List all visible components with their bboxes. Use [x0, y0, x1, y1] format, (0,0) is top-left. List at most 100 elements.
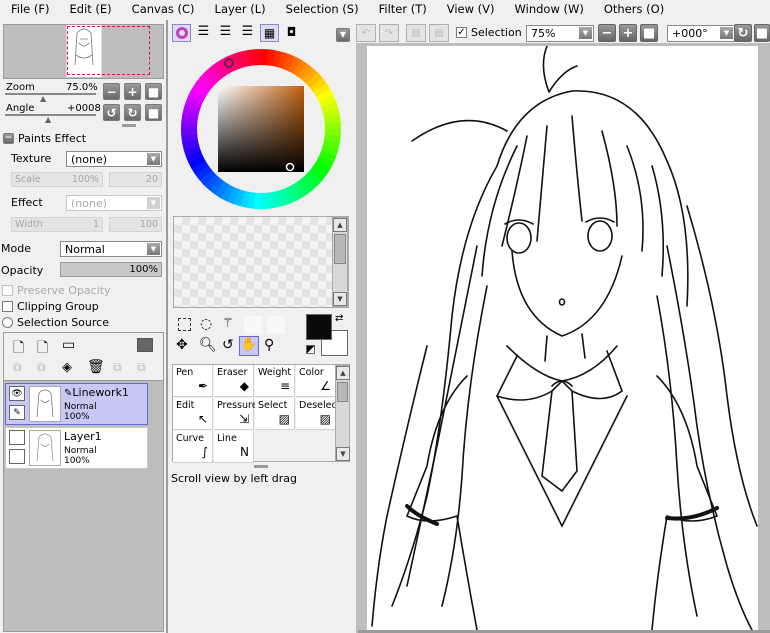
tool-weight[interactable]: Weight ≡: [255, 365, 295, 397]
menu-edit[interactable]: Edit (E): [59, 2, 121, 16]
width-value: 1: [92, 219, 99, 230]
rgb-slider-tab[interactable]: ☰: [194, 24, 213, 42]
scroll-up-icon[interactable]: ▲: [333, 218, 347, 232]
visibility-toggle[interactable]: [9, 430, 25, 445]
canvas-zoom-reset-button[interactable]: ■: [640, 24, 658, 42]
zoom-combo[interactable]: 75% ▼: [526, 25, 594, 42]
canvas-zoom-in-button[interactable]: +: [619, 24, 637, 42]
chevron-down-icon: ▼: [720, 27, 733, 39]
scroll-down-icon[interactable]: ▼: [336, 447, 350, 461]
scroll-thumb[interactable]: [337, 382, 348, 402]
selection-source-option[interactable]: Selection Source: [2, 316, 109, 329]
menu-view[interactable]: View (V): [436, 2, 504, 16]
new-linework-layer-icon[interactable]: 🗋: [37, 337, 48, 361]
angle-slider-thumb[interactable]: ▲: [45, 115, 51, 124]
clipping-group-option[interactable]: Clipping Group: [2, 300, 99, 313]
texture-label: Texture: [11, 152, 52, 165]
pen-lock-icon[interactable]: ✎: [9, 405, 25, 420]
color-balance-tab[interactable]: ☰: [238, 24, 257, 42]
layer-item-layer1[interactable]: Layer1 Normal 100%: [5, 427, 148, 469]
line-icon: N: [240, 445, 249, 459]
deselect-button-icon: ▨: [406, 24, 426, 42]
panel-menu-button[interactable]: ▼: [336, 28, 350, 42]
swatch-scrollbar[interactable]: ▲ ▼: [332, 217, 348, 307]
scratchpad-tab[interactable]: ◘: [282, 24, 301, 42]
menu-file[interactable]: File (F): [0, 2, 59, 16]
lock-toggle[interactable]: [9, 449, 25, 464]
zoom-label: Zoom: [6, 82, 35, 93]
rotate-reset-button[interactable]: ■: [145, 104, 162, 121]
rotate-ccw-button[interactable]: ↺: [103, 104, 120, 121]
color-wheel-tab[interactable]: [172, 24, 191, 42]
eye-icon[interactable]: 👁: [9, 386, 25, 401]
resize-grip[interactable]: [122, 124, 136, 127]
color-swatch-area[interactable]: [173, 216, 349, 308]
tool-eraser[interactable]: Eraser ◆: [214, 365, 254, 397]
hsv-slider-tab[interactable]: ☰: [216, 24, 235, 42]
paints-effect-header[interactable]: − Paints Effect: [3, 132, 86, 145]
texture-select[interactable]: (none) ▼: [66, 151, 162, 167]
menu-filter[interactable]: Filter (T): [368, 2, 436, 16]
lasso-icon[interactable]: ◌: [200, 316, 212, 332]
magic-wand-icon[interactable]: ⚚: [222, 316, 234, 331]
rect-select-icon[interactable]: [178, 318, 191, 331]
zoom-in-button[interactable]: +: [124, 83, 141, 100]
drawing-canvas[interactable]: [367, 46, 758, 630]
scroll-thumb[interactable]: [334, 234, 346, 264]
selection-source-radio[interactable]: [2, 317, 13, 328]
scroll-up-icon[interactable]: ▲: [336, 366, 350, 380]
new-layer-icon[interactable]: 🗋: [13, 337, 24, 361]
navigator-preview[interactable]: [3, 24, 164, 79]
tool-curve[interactable]: Curve ∫: [173, 431, 213, 463]
rotate-cw-button[interactable]: ↻: [124, 104, 141, 121]
swap-colors-icon[interactable]: ⇄: [335, 313, 343, 324]
move-icon[interactable]: ✥: [176, 337, 188, 353]
layer-item-linework1[interactable]: 👁 ✎ ✎Linework1 Normal 100%: [5, 383, 148, 425]
new-folder-icon[interactable]: ▭: [62, 337, 75, 353]
resize-grip[interactable]: [254, 465, 268, 468]
menu-window[interactable]: Window (W): [504, 2, 593, 16]
opacity-bar[interactable]: 100%: [60, 262, 162, 277]
tool-select[interactable]: Select ▨: [255, 398, 295, 430]
canvas-zoom-out-button[interactable]: −: [598, 24, 616, 42]
tool-pressure[interactable]: Pressure ⇲: [214, 398, 258, 430]
zoom-tool-icon[interactable]: 🔍︎: [199, 337, 217, 353]
color-wheel[interactable]: [178, 46, 344, 212]
tool-color[interactable]: Color ∠: [296, 365, 336, 397]
swatches-tab[interactable]: ▦: [260, 24, 279, 42]
zoom-slider-thumb[interactable]: ▲: [40, 94, 46, 103]
eyedropper-icon[interactable]: ⚲: [264, 337, 274, 353]
menu-layer[interactable]: Layer (L): [204, 2, 275, 16]
rotate-tool-icon[interactable]: ↺: [222, 337, 234, 353]
zoom-reset-button[interactable]: ■: [145, 83, 162, 100]
tool-pen[interactable]: Pen ✒: [173, 365, 213, 397]
selection-toggle[interactable]: ✓ Selection: [456, 26, 522, 39]
scroll-down-icon[interactable]: ▼: [333, 292, 347, 306]
layer-toolbar: 🗋 🗋 ▭ ⧉ ⧉ ◈ 🗑 ⧉ ⧉: [3, 332, 164, 380]
selection-checkbox[interactable]: ✓: [456, 27, 467, 38]
width-label: Width: [15, 219, 43, 230]
tool-scrollbar[interactable]: ▲ ▼: [335, 365, 350, 462]
blend-mode-select[interactable]: Normal ▼: [60, 241, 162, 257]
tool-deselect[interactable]: Deselect ▨: [296, 398, 340, 430]
zoom-out-button[interactable]: −: [103, 83, 120, 100]
menu-canvas[interactable]: Canvas (C): [121, 2, 204, 16]
menu-selection[interactable]: Selection (S): [275, 2, 368, 16]
delete-layer-icon[interactable]: 🗑: [87, 359, 105, 375]
navigator-view-rect[interactable]: [67, 26, 150, 75]
clipping-group-checkbox[interactable]: [2, 301, 13, 312]
tool-line[interactable]: Line N: [214, 431, 254, 463]
hand-icon[interactable]: ✋: [239, 336, 259, 356]
layer-panel-toggle-icon[interactable]: [137, 338, 153, 352]
canvas-rotate-button[interactable]: ↻: [734, 24, 752, 42]
rotate-combo[interactable]: +000° ▼: [667, 25, 735, 42]
canvas-rotate-reset-button[interactable]: ■: [754, 24, 770, 42]
collapse-icon[interactable]: −: [3, 133, 14, 144]
reset-colors-icon[interactable]: [306, 345, 315, 354]
menu-others[interactable]: Others (O): [593, 2, 673, 16]
zoom-slider[interactable]: [5, 93, 96, 95]
panel-splitter[interactable]: [166, 20, 168, 633]
clear-layer-icon[interactable]: ◈: [62, 360, 72, 375]
tool-edit[interactable]: Edit ↖: [173, 398, 213, 430]
primary-color[interactable]: [306, 314, 332, 340]
